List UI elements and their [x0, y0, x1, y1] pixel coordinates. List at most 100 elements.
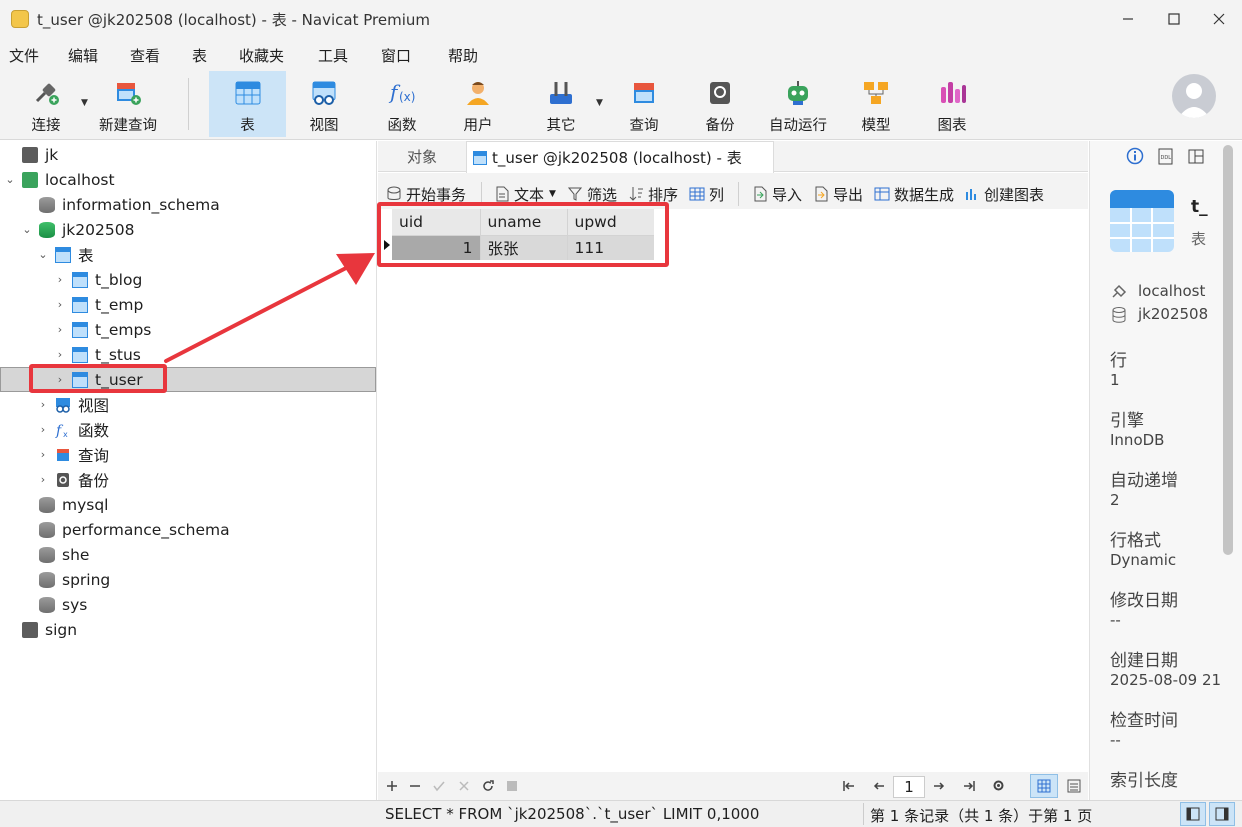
- data-grid-area: [378, 209, 1088, 772]
- menu-window[interactable]: 窗口: [381, 45, 411, 66]
- menu-file[interactable]: 文件: [9, 45, 39, 66]
- expanded-chevron-icon[interactable]: ⌄: [21, 223, 33, 236]
- tree-label: localhost: [45, 170, 115, 189]
- menu-tools[interactable]: 工具: [318, 45, 348, 66]
- expanded-chevron-icon[interactable]: ⌄: [4, 173, 16, 186]
- connect-button[interactable]: 连接: [14, 71, 78, 137]
- info-panel-scrollbar[interactable]: [1223, 145, 1233, 555]
- connect-dropdown-caret[interactable]: ▼: [81, 98, 88, 108]
- tree-label: sys: [62, 595, 88, 614]
- previous-page-button[interactable]: [873, 778, 885, 796]
- expanded-chevron-icon[interactable]: ⌄: [37, 248, 49, 261]
- tree-connection-localhost[interactable]: ⌄ localhost: [0, 167, 376, 192]
- toggle-left-panel-button[interactable]: [1180, 802, 1206, 826]
- discard-changes-button[interactable]: [458, 778, 470, 796]
- text-button[interactable]: 文本 ▼: [494, 184, 556, 204]
- other-label: 其它: [546, 118, 576, 134]
- collapsed-chevron-icon[interactable]: ›: [54, 323, 66, 336]
- tree-db-performance-schema[interactable]: performance_schema: [0, 517, 376, 542]
- menu-edit[interactable]: 编辑: [68, 45, 98, 66]
- info-row-format-value: Dynamic: [1110, 551, 1177, 569]
- collapsed-chevron-icon[interactable]: ›: [54, 348, 66, 361]
- collapsed-chevron-icon[interactable]: ›: [37, 473, 49, 486]
- tree-connection-jk[interactable]: jk: [0, 142, 376, 167]
- query-button[interactable]: 查询: [614, 71, 674, 137]
- grid-view-button[interactable]: [1030, 774, 1058, 798]
- user-avatar[interactable]: [1172, 74, 1216, 118]
- tree-connection-sign[interactable]: sign: [0, 617, 376, 642]
- other-dropdown-caret[interactable]: ▼: [596, 98, 603, 108]
- stop-button[interactable]: [506, 778, 518, 796]
- apply-changes-button[interactable]: [433, 778, 445, 796]
- tree-db-jk202508[interactable]: ⌄ jk202508: [0, 217, 376, 242]
- table-icon: [473, 150, 487, 165]
- collapsed-chevron-icon[interactable]: ›: [54, 273, 66, 286]
- refresh-button[interactable]: [482, 778, 494, 796]
- import-button[interactable]: 导入: [752, 184, 802, 204]
- columns-button[interactable]: 列: [689, 184, 724, 204]
- model-button[interactable]: 模型: [846, 71, 906, 137]
- minimize-button[interactable]: [1105, 0, 1151, 38]
- tree-db-sys[interactable]: sys: [0, 592, 376, 617]
- info-object-type: 表: [1191, 230, 1207, 248]
- form-view-button[interactable]: [1062, 774, 1086, 798]
- menu-favorites[interactable]: 收藏夹: [239, 45, 284, 66]
- collapsed-chevron-icon[interactable]: ›: [37, 398, 49, 411]
- function-button[interactable]: f (x) 函数: [372, 71, 432, 137]
- user-button[interactable]: 用户: [448, 71, 508, 137]
- new-query-button[interactable]: 新建查询: [95, 71, 161, 137]
- tree-db-she[interactable]: she: [0, 542, 376, 567]
- maximize-button[interactable]: [1151, 0, 1197, 38]
- backup-button[interactable]: 备份: [690, 71, 750, 137]
- add-record-button[interactable]: [386, 778, 398, 796]
- close-button[interactable]: [1196, 0, 1242, 38]
- table-label: 表: [240, 118, 255, 134]
- tab-t-user[interactable]: t_user @jk202508 (localhost) - 表: [466, 141, 774, 173]
- tree-db-information-schema[interactable]: information_schema: [0, 192, 376, 217]
- preview-tab-button[interactable]: [1187, 148, 1205, 170]
- grid-settings-button[interactable]: [992, 778, 1005, 796]
- tree-label: 视图: [78, 396, 110, 415]
- menu-table[interactable]: 表: [192, 45, 207, 66]
- tab-objects[interactable]: 对象: [378, 141, 466, 172]
- info-tab-button[interactable]: [1126, 147, 1144, 169]
- collapsed-chevron-icon[interactable]: ›: [37, 448, 49, 461]
- export-button[interactable]: 导出: [813, 184, 863, 204]
- begin-transaction-button[interactable]: 开始事务: [386, 184, 466, 204]
- tree-backups-folder[interactable]: › 备份: [0, 467, 376, 492]
- check-icon: [433, 781, 445, 792]
- next-page-button[interactable]: [933, 778, 945, 796]
- chart-button[interactable]: 图表: [922, 71, 982, 137]
- tree-label: t_blog: [95, 270, 143, 289]
- automation-button[interactable]: 自动运行: [764, 71, 832, 137]
- view-button[interactable]: 视图: [294, 71, 354, 137]
- panel-right-icon: [1215, 807, 1229, 821]
- data-generation-button[interactable]: 数据生成: [874, 184, 954, 204]
- collapsed-chevron-icon[interactable]: ›: [37, 423, 49, 436]
- table-button[interactable]: 表: [209, 71, 286, 137]
- maximize-icon: [1168, 13, 1180, 25]
- tree-views-folder[interactable]: › 视图: [0, 392, 376, 417]
- create-chart-button[interactable]: 创建图表: [964, 184, 1044, 204]
- last-page-button[interactable]: [963, 778, 975, 796]
- tree-functions-folder[interactable]: › fx 函数: [0, 417, 376, 442]
- menu-view[interactable]: 查看: [130, 45, 160, 66]
- first-page-button[interactable]: [843, 778, 855, 796]
- other-button[interactable]: 其它: [530, 71, 592, 137]
- gear-icon: [993, 780, 1004, 791]
- delete-record-button[interactable]: [409, 778, 421, 796]
- toggle-right-panel-button[interactable]: [1209, 802, 1235, 826]
- avatar-icon: [1178, 83, 1210, 118]
- tree-queries-folder[interactable]: › 查询: [0, 442, 376, 467]
- last-page-icon: [964, 781, 975, 791]
- tree-db-spring[interactable]: spring: [0, 567, 376, 592]
- sort-button[interactable]: 排序: [628, 184, 678, 204]
- tree-label: t_emps: [95, 320, 152, 339]
- ddl-tab-button[interactable]: DDL: [1157, 148, 1175, 170]
- menu-help[interactable]: 帮助: [448, 45, 478, 66]
- collapsed-chevron-icon[interactable]: ›: [54, 298, 66, 311]
- filter-button[interactable]: 筛选: [567, 184, 617, 204]
- info-engine-label: 引擎: [1110, 411, 1144, 431]
- tree-db-mysql[interactable]: mysql: [0, 492, 376, 517]
- page-number-input[interactable]: 1: [893, 776, 925, 798]
